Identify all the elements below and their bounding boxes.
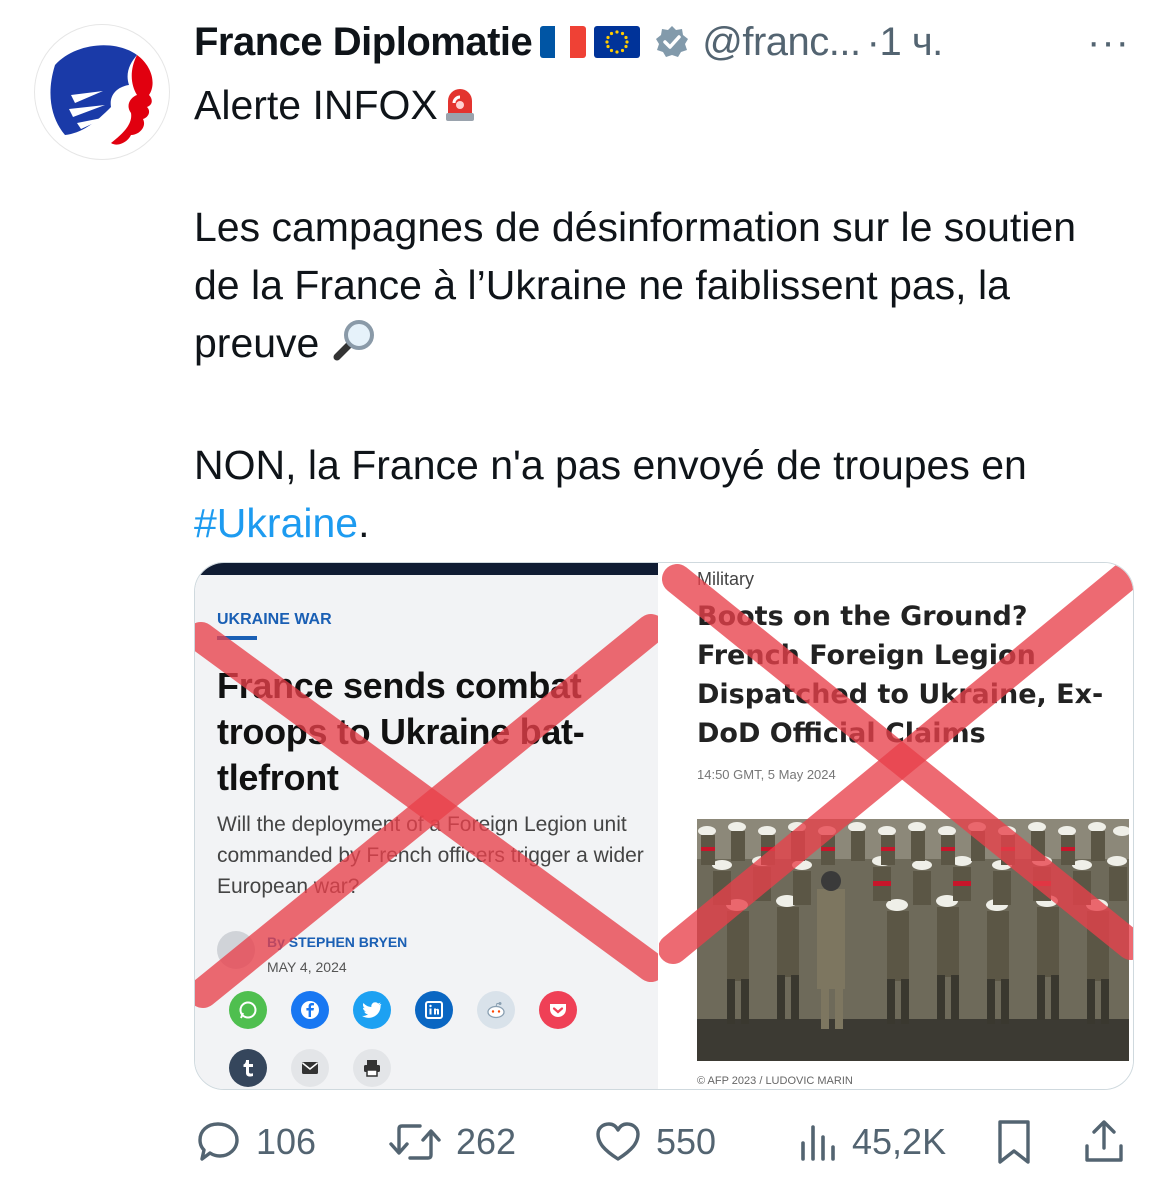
author-avatar-placeholder — [217, 931, 255, 969]
tweet-time[interactable]: ·1 ч. — [867, 20, 944, 65]
tweet-paragraph-3-text: NON, la France n'a pas envoyé de troupes… — [194, 442, 1027, 488]
siren-emoji-icon — [438, 81, 482, 140]
reply-count: 106 — [256, 1121, 317, 1162]
left-article-date: MAY 4, 2024 — [267, 959, 347, 975]
views-count: 45,2K — [852, 1121, 947, 1162]
reddit-icon — [477, 991, 515, 1029]
tweet-paragraph-2: Les campagnes de désinformation sur le s… — [194, 198, 1124, 378]
tumblr-icon — [229, 1049, 267, 1087]
magnifier-emoji-icon — [331, 317, 377, 378]
left-article-byline: By STEPHEN BRYEN — [267, 934, 408, 950]
verified-badge-icon[interactable] — [654, 24, 690, 60]
repost-icon — [389, 1124, 441, 1160]
heart-icon — [596, 1122, 640, 1161]
pocket-icon — [539, 991, 577, 1029]
left-article-topbar — [195, 563, 658, 575]
tweet-line-1: Alerte INFOX — [194, 76, 1124, 140]
author-name[interactable]: France Diplomatie — [194, 20, 533, 65]
tweet-paragraph-2-text: Les campagnes de désinformation sur le s… — [194, 204, 1077, 366]
bookmark-icon — [998, 1120, 1030, 1164]
views-button[interactable]: 45,2K — [798, 1112, 946, 1172]
left-article-title: France sends combat troops to Ukraine ba… — [217, 665, 585, 798]
legion-parade-photo — [697, 819, 1129, 1061]
tweet-body: Alerte INFOX Les campagnes de désinforma… — [194, 76, 1124, 552]
share-icon — [1085, 1120, 1123, 1162]
tweet-paragraph-3-end: . — [358, 500, 370, 546]
linkedin-icon — [415, 991, 453, 1029]
reply-button[interactable]: 106 — [196, 1112, 316, 1172]
tweet-paragraph-3: NON, la France n'a pas envoyé de troupes… — [194, 436, 1124, 552]
right-article-timestamp: 14:50 GMT, 5 May 2024 — [697, 767, 836, 782]
left-article-screenshot: UKRAINE WAR France sends combat troops t… — [195, 563, 658, 1089]
marianne-logo — [50, 45, 153, 145]
photo-credit: © AFP 2023 / LUDOVIC MARIN — [697, 1075, 853, 1087]
email-icon — [291, 1049, 329, 1087]
facebook-icon — [291, 991, 329, 1029]
reply-icon — [198, 1122, 239, 1161]
like-button[interactable]: 550 — [594, 1112, 716, 1172]
kicker-underline — [217, 636, 257, 640]
repost-count: 262 — [456, 1121, 517, 1162]
views-chart-icon — [801, 1125, 835, 1161]
bookmark-button[interactable] — [994, 1112, 1034, 1172]
share-button[interactable] — [1082, 1112, 1126, 1172]
tweet-line-1-text: Alerte INFOX — [194, 82, 438, 128]
repost-button[interactable]: 262 — [388, 1112, 516, 1172]
eu-flag-icon — [594, 26, 641, 58]
more-options-icon[interactable]: ··· — [1087, 20, 1130, 65]
right-article-screenshot: Military Boots on the Ground? French For… — [659, 563, 1133, 1089]
right-article-title: Boots on the Ground? French Foreign Legi… — [697, 601, 1104, 749]
print-icon — [353, 1049, 391, 1087]
tweet-header: France Diplomatie @franc... ·1 ч. ··· — [194, 18, 1144, 66]
like-count: 550 — [656, 1121, 717, 1162]
twitter-icon — [353, 991, 391, 1029]
hashtag-link[interactable]: #Ukraine — [194, 500, 358, 546]
france-flag-icon — [540, 26, 587, 58]
left-article-subtitle: Will the deployment of a Foreign Legion … — [217, 813, 644, 898]
tweet-action-bar: 106 262 550 45,2K — [194, 1112, 1134, 1172]
author-avatar[interactable] — [34, 24, 170, 160]
whatsapp-icon — [229, 991, 267, 1029]
author-handle[interactable]: @franc... — [702, 20, 861, 65]
right-article-category: Military — [697, 569, 754, 589]
tweet-media-image[interactable]: UKRAINE WAR France sends combat troops t… — [194, 562, 1134, 1090]
left-article-kicker: UKRAINE WAR — [217, 611, 332, 628]
